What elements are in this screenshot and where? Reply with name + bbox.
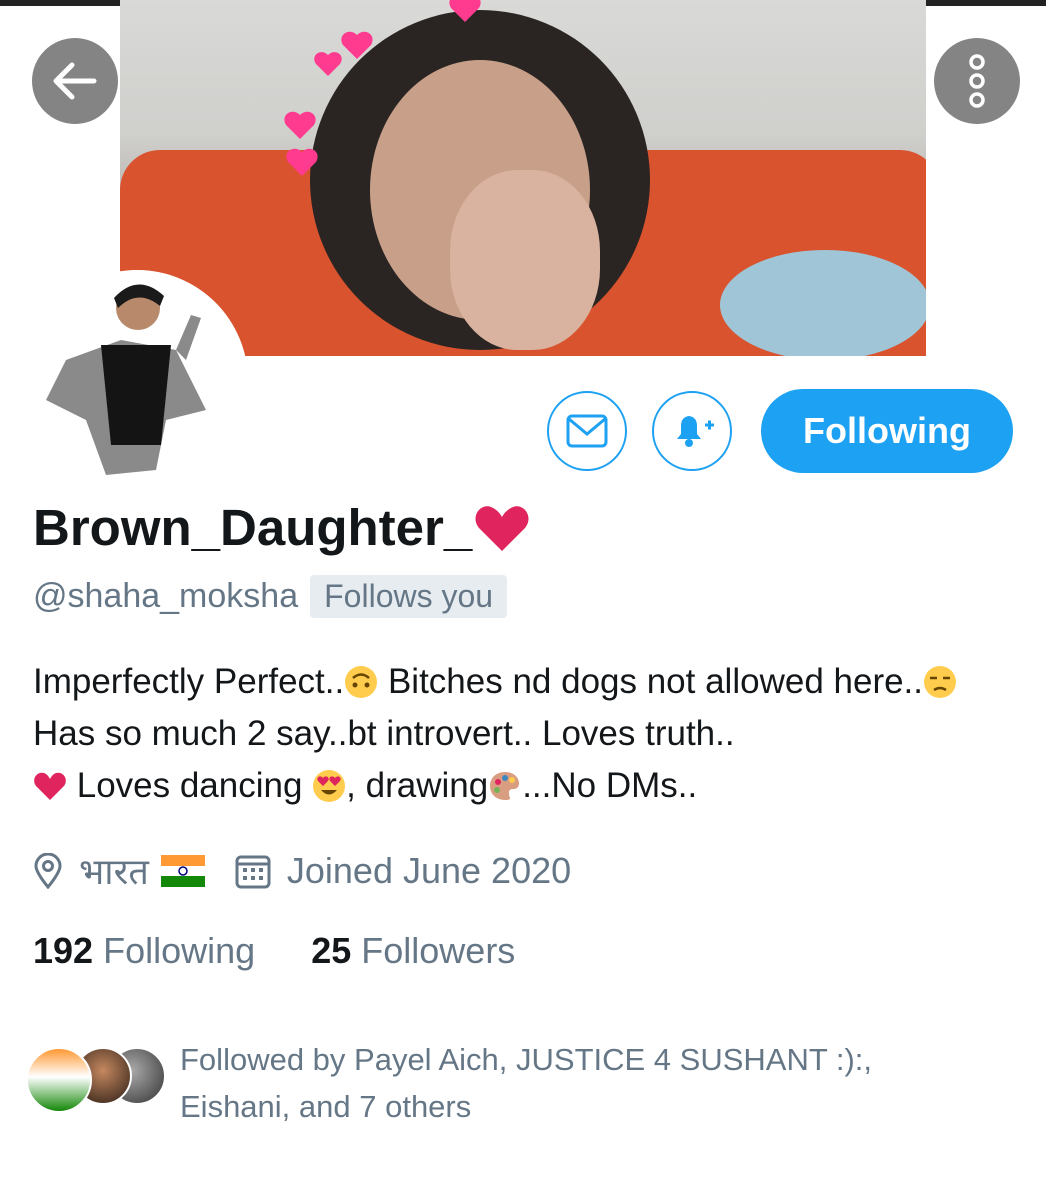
- red-heart-icon: [34, 772, 66, 800]
- location-pin-icon: [34, 852, 62, 889]
- bio-text-6: ...No DMs..: [522, 766, 698, 805]
- bio-text-5: , drawing: [346, 766, 489, 805]
- avatar-image: [26, 270, 248, 492]
- location-text: भारत: [79, 851, 149, 892]
- arrow-left-icon: [53, 62, 97, 100]
- following-count: 192: [33, 930, 94, 971]
- bio-text-4: Loves dancing: [67, 766, 313, 805]
- red-heart-icon: [475, 505, 529, 551]
- followers-label: Followers: [361, 930, 516, 971]
- avatar-figure: [33, 277, 241, 485]
- back-button[interactable]: [32, 38, 118, 124]
- bell-plus-icon: [677, 416, 714, 447]
- following-link[interactable]: 192 Following: [33, 930, 255, 971]
- calendar-icon: [235, 855, 271, 888]
- india-flag-icon: [160, 854, 205, 887]
- notifications-button[interactable]: [652, 391, 732, 471]
- profile-tabs-edge: [0, 1186, 1046, 1200]
- handle-row: @shaha_moksha Follows you: [33, 575, 508, 618]
- upside-down-face-icon: [345, 666, 378, 698]
- more-options-button[interactable]: [934, 38, 1020, 124]
- following-label: Following: [103, 930, 256, 971]
- message-button[interactable]: [547, 391, 627, 471]
- user-handle: @shaha_moksha: [33, 577, 299, 615]
- bio-text-3: Has so much 2 say..bt introvert.. Loves …: [33, 714, 735, 753]
- heart-eyes-face-icon: [313, 770, 346, 802]
- follows-you-badge: Follows you: [310, 575, 508, 618]
- follow-counts: 192 Following 25 Followers: [33, 930, 515, 972]
- bio-text-2: Bitches nd dogs not allowed here..: [378, 662, 924, 701]
- display-name-text: Brown_Daughter_: [33, 499, 473, 556]
- follower-avatar: [26, 1047, 92, 1113]
- followers-count: 25: [311, 930, 352, 971]
- joined-date: Joined June 2020: [286, 849, 572, 891]
- profile-meta: भारत Joined June 2020: [33, 846, 571, 895]
- followed-by-text[interactable]: Followed by Payel Aich, JUSTICE 4 SUSHAN…: [180, 1036, 980, 1130]
- display-name: Brown_Daughter_: [33, 498, 530, 557]
- mail-icon: [566, 414, 608, 448]
- followers-link[interactable]: 25 Followers: [311, 930, 515, 971]
- following-button[interactable]: Following: [761, 389, 1013, 473]
- vertical-ellipsis-icon: [969, 54, 985, 108]
- artist-palette-icon: [490, 772, 520, 800]
- avatar[interactable]: [26, 270, 248, 492]
- profile-bio: Imperfectly Perfect.. Bitches nd dogs no…: [33, 656, 1013, 812]
- unamused-face-icon: [924, 666, 957, 698]
- bio-text-1: Imperfectly Perfect..: [33, 662, 345, 701]
